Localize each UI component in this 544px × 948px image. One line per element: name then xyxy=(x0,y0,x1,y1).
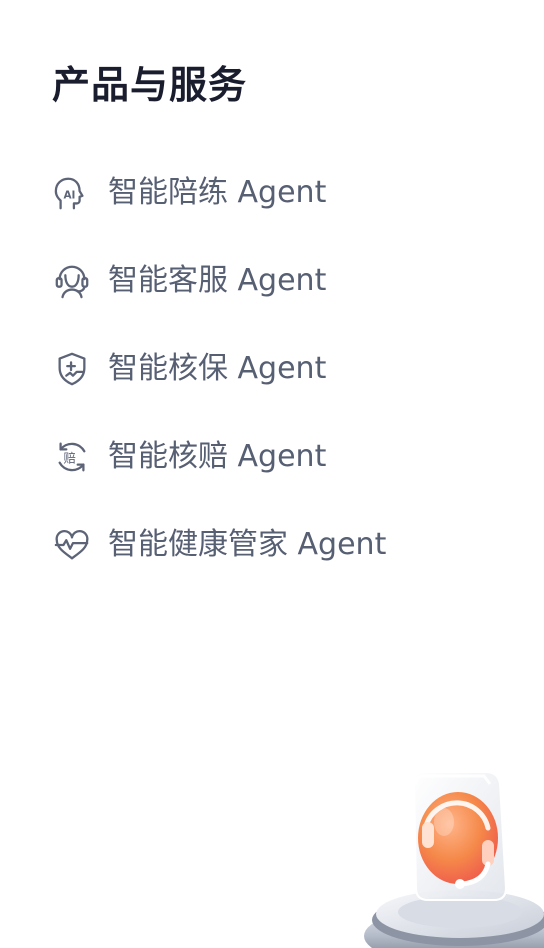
ai-head-icon: AI xyxy=(52,173,92,213)
menu-item-label: 智能健康管家 Agent xyxy=(108,527,387,562)
menu-item-label: 智能陪练 Agent xyxy=(108,175,327,210)
menu-item-label: 智能客服 Agent xyxy=(108,263,327,298)
menu-item-practice-agent[interactable]: AI 智能陪练 Agent xyxy=(52,166,386,220)
heart-pulse-icon xyxy=(52,525,92,565)
menu-item-underwriting-agent[interactable]: 智能核保 Agent xyxy=(52,342,386,396)
menu-item-label: 智能核保 Agent xyxy=(108,351,327,386)
menu-item-claims-agent[interactable]: 赔 智能核赔 Agent xyxy=(52,430,386,484)
menu-item-label: 智能核赔 Agent xyxy=(108,439,327,474)
svg-text:赔: 赔 xyxy=(63,451,75,466)
claim-cycle-icon: 赔 xyxy=(52,437,92,477)
customer-service-3d-illustration xyxy=(356,760,544,948)
headset-agent-icon xyxy=(52,261,92,301)
menu-item-service-agent[interactable]: 智能客服 Agent xyxy=(52,254,386,308)
section-title: 产品与服务 xyxy=(52,63,248,107)
shield-plus-icon xyxy=(52,349,92,389)
product-menu: AI 智能陪练 Agent 智能客服 Agent 智能核保 Agent 赔 智能… xyxy=(52,166,386,606)
products-services-page: 产品与服务 AI 智能陪练 Agent 智能客服 Agent 智能核保 Agen… xyxy=(0,0,544,948)
menu-item-health-agent[interactable]: 智能健康管家 Agent xyxy=(52,518,386,572)
svg-text:AI: AI xyxy=(63,190,75,202)
